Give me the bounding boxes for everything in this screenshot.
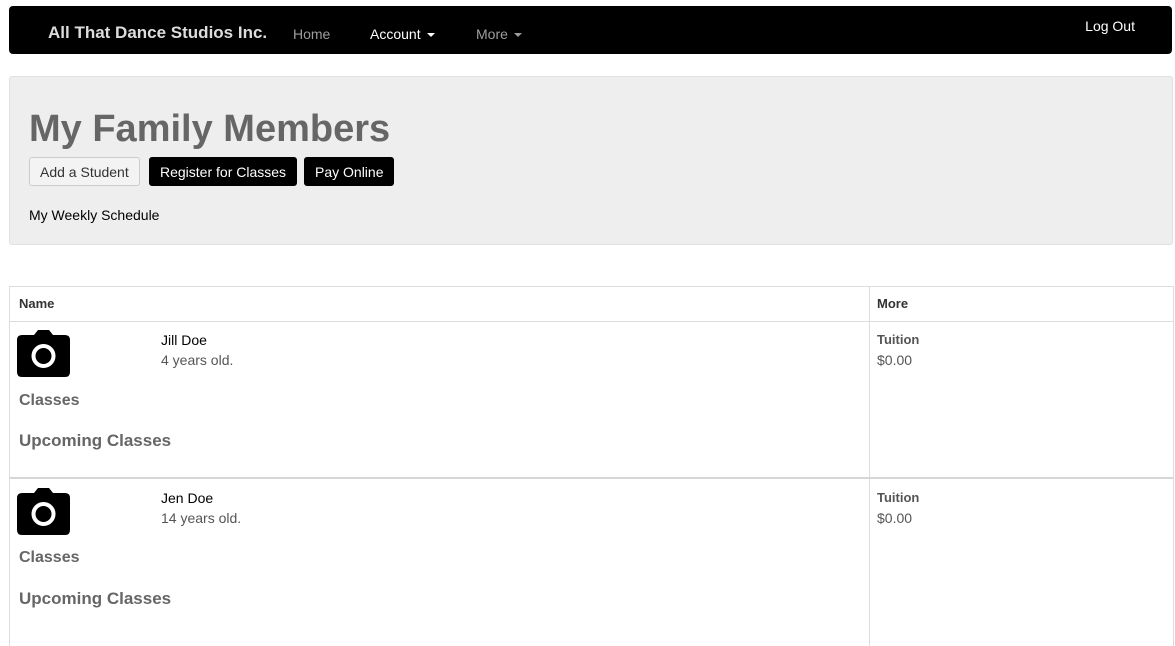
nav-account-label: Account bbox=[370, 26, 421, 42]
pay-online-button[interactable]: Pay Online bbox=[304, 157, 395, 186]
classes-heading: Classes bbox=[19, 549, 80, 566]
student-age: 4 years old. bbox=[161, 352, 234, 368]
tuition-label: Tuition bbox=[877, 490, 920, 505]
top-navbar: All That Dance Studios Inc. Home Account… bbox=[9, 6, 1172, 54]
classes-heading: Classes bbox=[19, 392, 80, 409]
logout-link[interactable]: Log Out bbox=[1085, 18, 1135, 34]
nav-account-dropdown[interactable]: Account bbox=[370, 26, 435, 42]
nav-more-dropdown[interactable]: More bbox=[476, 26, 522, 42]
page-header-panel: My Family Members Add a Student Register… bbox=[9, 76, 1173, 245]
header-divider bbox=[10, 321, 1173, 322]
student-name: Jill Doe bbox=[161, 332, 207, 348]
upcoming-classes-heading: Upcoming Classes bbox=[19, 589, 172, 608]
chevron-down-icon bbox=[426, 33, 435, 38]
brand-link[interactable]: All That Dance Studios Inc. bbox=[48, 23, 267, 43]
student-name: Jen Doe bbox=[161, 490, 214, 506]
tuition-label: Tuition bbox=[877, 332, 920, 347]
column-header-more: More bbox=[877, 296, 909, 311]
add-student-button[interactable]: Add a Student bbox=[29, 157, 140, 186]
student-age: 14 years old. bbox=[161, 510, 242, 526]
chevron-down-icon bbox=[513, 33, 522, 38]
row-divider bbox=[10, 477, 1173, 479]
weekly-schedule-link[interactable]: My Weekly Schedule bbox=[29, 207, 159, 223]
nav-home-label: Home bbox=[293, 26, 331, 42]
column-header-name: Name bbox=[19, 296, 55, 311]
camera-icon[interactable] bbox=[17, 487, 70, 535]
page-title: My Family Members bbox=[29, 108, 391, 150]
register-for-classes-button[interactable]: Register for Classes bbox=[149, 157, 298, 186]
upcoming-classes-heading: Upcoming Classes bbox=[19, 431, 172, 450]
nav-more-label: More bbox=[476, 26, 508, 42]
nav-home[interactable]: Home bbox=[293, 26, 330, 42]
camera-icon[interactable] bbox=[17, 329, 70, 377]
tuition-value: $0.00 bbox=[877, 510, 913, 526]
family-members-table: Name More Jill Doe 4 years old. Classes … bbox=[9, 286, 1174, 646]
tuition-value: $0.00 bbox=[877, 352, 913, 368]
column-divider bbox=[869, 287, 870, 646]
